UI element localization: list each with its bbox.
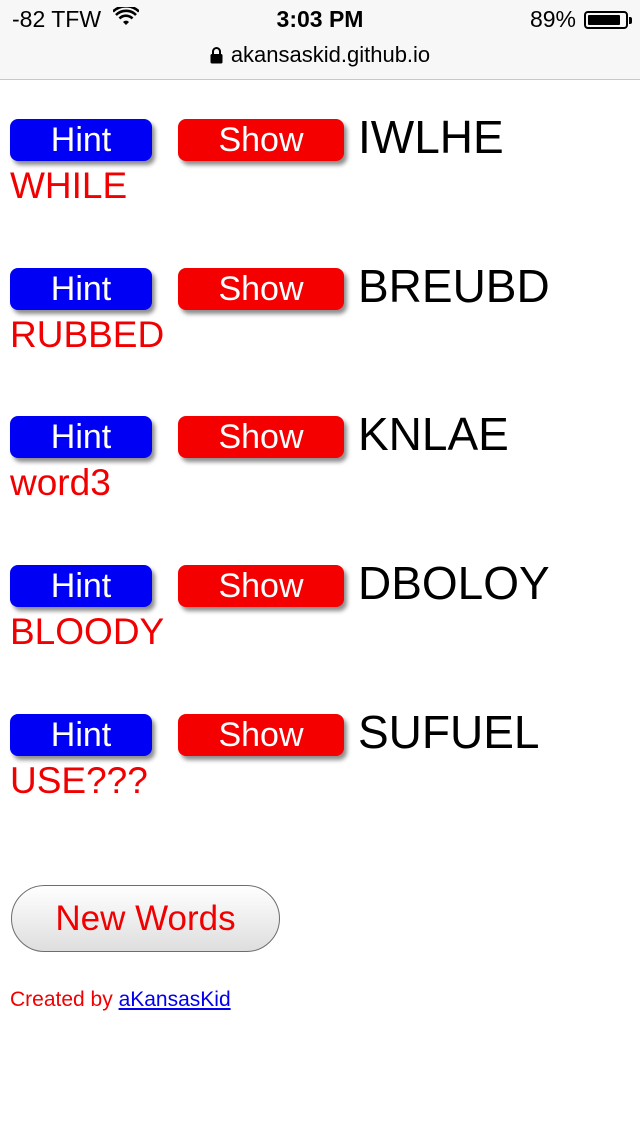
puzzle-item: Hint Show SUFUEL USE??? [10,706,630,801]
answer-text: RUBBED [10,314,165,355]
url-text: akansaskid.github.io [230,42,431,67]
new-words-button[interactable]: New Words [11,885,280,952]
scrambled-word: KNLAE [358,408,509,460]
scrambled-word: DBOLOY [358,557,550,609]
hint-button[interactable]: Hint [10,714,152,756]
scrambled-word: IWLHE [358,111,504,163]
address-bar[interactable]: akansaskid.github.io [0,42,640,68]
status-bar: -82 TFW 3:03 PM 89% akansaskid.github.io [0,0,640,80]
battery-icon [584,10,632,29]
answer-text: USE??? [10,760,148,801]
show-button[interactable]: Show [178,119,344,161]
status-right: 89% [529,6,632,33]
footer-credit: Created by aKansasKid [10,988,231,1012]
puzzle-item: Hint Show BREUBD RUBBED [10,260,630,355]
show-button[interactable]: Show [178,714,344,756]
scrambled-word: BREUBD [358,260,550,312]
hint-button[interactable]: Hint [10,416,152,458]
puzzle-item: Hint Show DBOLOY BLOODY [10,557,630,652]
puzzle-item: Hint Show IWLHE WHILE [10,111,630,206]
show-button[interactable]: Show [178,565,344,607]
show-button[interactable]: Show [178,268,344,310]
answer-text: word3 [10,462,111,503]
hint-button[interactable]: Hint [10,119,152,161]
puzzle-item: Hint Show KNLAE word3 [10,408,630,503]
show-button[interactable]: Show [178,416,344,458]
scrambled-word: SUFUEL [358,706,540,758]
battery-fill [588,14,621,25]
battery-percent: 89% [529,6,576,32]
hint-button[interactable]: Hint [10,565,152,607]
answer-text: WHILE [10,165,128,206]
lock-icon [210,46,223,64]
hint-button[interactable]: Hint [10,268,152,310]
answer-text: BLOODY [10,611,165,652]
author-link[interactable]: aKansasKid [119,988,231,1011]
footer-prefix: Created by [10,988,119,1011]
